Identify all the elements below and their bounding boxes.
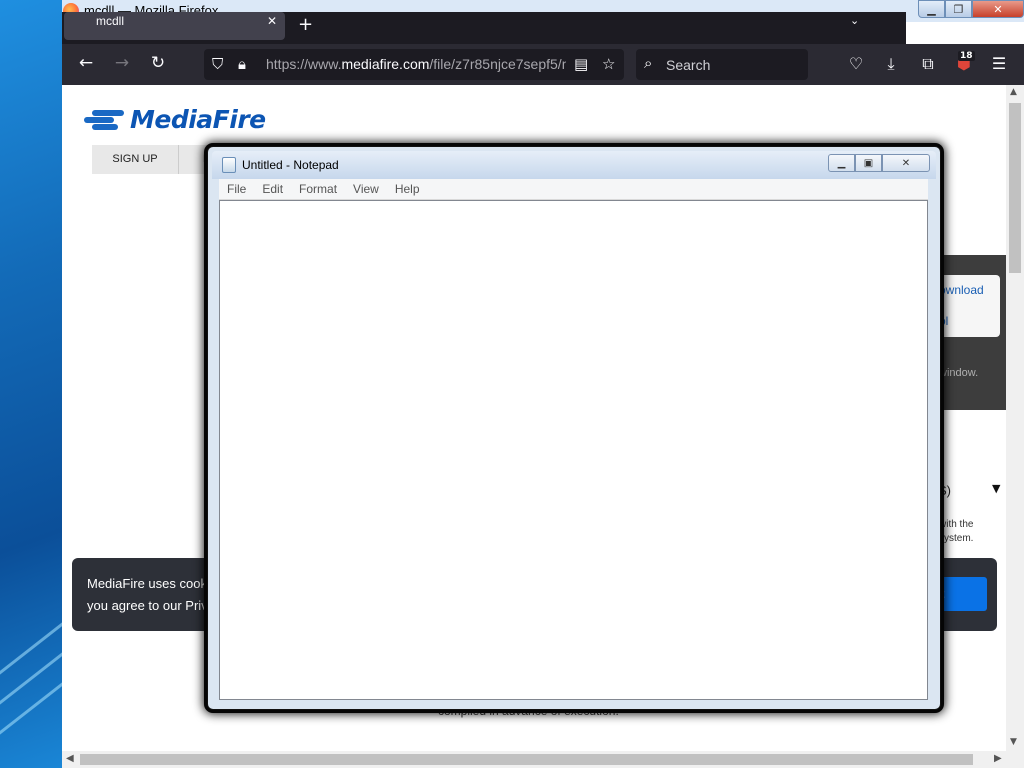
notepad-titlebar[interactable]: Untitled - Notepad ▁ ▣ ✕	[212, 151, 936, 179]
menu-file[interactable]: File	[219, 182, 254, 196]
scrollbar-thumb[interactable]	[1009, 103, 1021, 273]
lock-icon[interactable]: 🔒︎	[238, 55, 246, 73]
extension-badge: 18	[958, 51, 975, 61]
signup-button[interactable]: SIGN UP	[92, 145, 178, 174]
os-note-line: system.	[939, 533, 974, 544]
download-window-note: window.	[939, 367, 979, 379]
new-tab-icon[interactable]: +	[298, 14, 313, 35]
tracking-shield-icon[interactable]: ⛉	[212, 55, 223, 73]
bookmark-star-icon[interactable]: ☆	[602, 55, 615, 73]
scroll-up-icon[interactable]: ▲	[1010, 87, 1017, 97]
horizontal-scrollbar[interactable]: ◀ ▶	[62, 751, 1024, 768]
scrollbar-thumb[interactable]	[80, 754, 973, 765]
download-icon[interactable]: ⤓	[880, 54, 902, 74]
menu-format[interactable]: Format	[291, 182, 345, 196]
menu-view[interactable]: View	[345, 182, 387, 196]
hamburger-icon[interactable]: ☰	[988, 54, 1010, 73]
notepad-text-area[interactable]	[219, 200, 928, 700]
back-icon[interactable]: ←	[74, 53, 98, 73]
list-all-tabs-icon[interactable]: ⌄	[850, 14, 859, 27]
notepad-window-controls: ▁ ▣ ✕	[828, 154, 930, 172]
chevron-down-icon[interactable]: ▼	[992, 482, 1000, 495]
mediafire-logo[interactable]: MediaFire	[82, 105, 266, 134]
mediafire-flame-icon	[82, 106, 130, 134]
scroll-left-icon[interactable]: ◀	[66, 753, 74, 764]
reload-icon[interactable]: ↻	[146, 53, 170, 73]
os-note-line: with the	[939, 519, 974, 530]
windows-desktop	[0, 0, 89, 768]
cookie-text-line: you agree to our Priv	[87, 598, 208, 613]
maximize-button[interactable]: ▣	[855, 154, 882, 172]
url-bar[interactable]: ⛉ 🔒︎ https://www.mediafire.com/file/z7r8…	[204, 49, 624, 80]
menu-help[interactable]: Help	[387, 182, 428, 196]
forward-icon[interactable]: →	[110, 53, 134, 73]
navigation-toolbar: ← → ↻ ⛉ 🔒︎ https://www.mediafire.com/fil…	[62, 44, 1024, 85]
menu-edit[interactable]: Edit	[254, 182, 291, 196]
tab-strip: mcdll ✕ + ⌄	[62, 12, 906, 44]
mediafire-logo-text: MediaFire	[130, 105, 266, 134]
close-button[interactable]: ✕	[882, 154, 930, 172]
close-button[interactable]: ✕	[972, 0, 1024, 18]
notepad-app-icon[interactable]	[222, 157, 236, 173]
tab-label: mcdll	[96, 14, 125, 28]
search-bar[interactable]: ⌕ Search	[636, 49, 808, 80]
reader-view-icon[interactable]: ▤	[574, 55, 588, 73]
vertical-scrollbar[interactable]: ▲ ▼	[1006, 85, 1024, 751]
scroll-down-icon[interactable]: ▼	[1010, 737, 1017, 747]
close-tab-icon[interactable]: ✕	[267, 14, 277, 28]
notepad-window: Untitled - Notepad ▁ ▣ ✕ File Edit Forma…	[207, 146, 941, 710]
url-path: /file/z7r85njce7sepf5/m	[429, 56, 566, 72]
url-prefix: https://www.	[266, 56, 342, 72]
download-link[interactable]: ownload	[939, 283, 984, 297]
minimize-button[interactable]: ▁	[918, 0, 945, 18]
url-domain: mediafire.com	[341, 56, 430, 72]
extensions-icon[interactable]: ⧉	[917, 54, 939, 74]
cookie-text-line: MediaFire uses cook	[87, 576, 207, 591]
scroll-right-icon[interactable]: ▶	[994, 753, 1002, 764]
restore-button[interactable]: ❐	[945, 0, 972, 18]
notepad-title: Untitled - Notepad	[242, 158, 339, 172]
url-text[interactable]: https://www.mediafire.com/file/z7r85njce…	[266, 56, 566, 72]
firefox-window-controls: ▁ ❐ ✕	[918, 0, 1024, 18]
minimize-button[interactable]: ▁	[828, 154, 855, 172]
search-placeholder: Search	[666, 57, 711, 73]
pocket-icon[interactable]: ♡	[845, 54, 867, 73]
tab-mcdll[interactable]: mcdll ✕	[64, 12, 285, 40]
search-icon: ⌕	[644, 54, 653, 72]
notepad-menubar: File Edit Format View Help	[219, 179, 928, 200]
